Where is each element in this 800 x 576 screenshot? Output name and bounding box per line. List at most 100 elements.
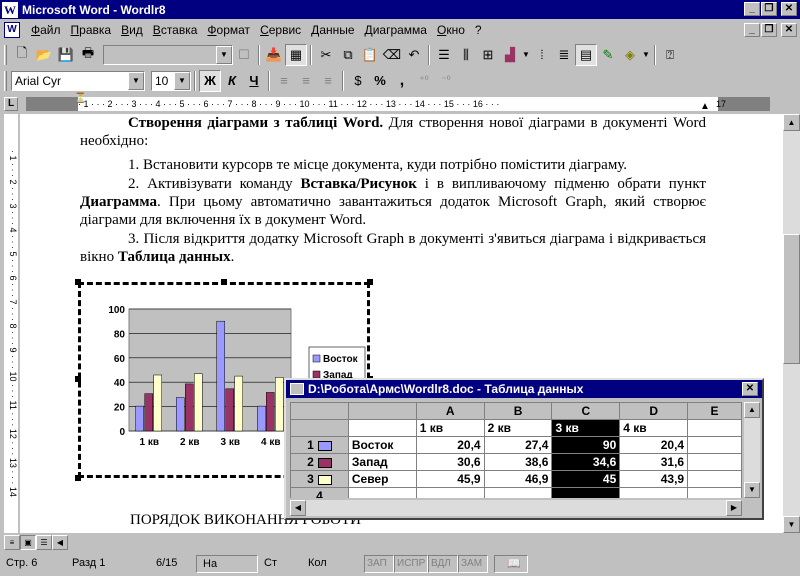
- undo-icon[interactable]: ↶: [403, 44, 425, 66]
- datasheet-vertical-scrollbar[interactable]: ▲ ▼: [744, 402, 760, 498]
- status-track[interactable]: ИСПР: [394, 555, 428, 573]
- new-document-icon[interactable]: 🗋: [11, 44, 33, 66]
- table-cell[interactable]: 27,4: [483, 436, 553, 454]
- scroll-down-icon[interactable]: ▼: [783, 516, 800, 533]
- underline-button[interactable]: Ч: [243, 70, 265, 92]
- data-table-icon[interactable]: ⊞: [477, 44, 499, 66]
- menu-chart[interactable]: Диаграмма: [360, 23, 432, 37]
- scroll-left-icon[interactable]: ◀: [52, 535, 68, 550]
- view-datasheet-icon[interactable]: ▦: [285, 43, 307, 66]
- table-cell[interactable]: 38,6: [483, 453, 553, 471]
- table-cell[interactable]: [687, 487, 742, 498]
- column-header-b[interactable]: B: [483, 402, 553, 420]
- table-cell[interactable]: 30,6: [415, 453, 485, 471]
- chevron-down-icon[interactable]: ▼: [174, 71, 190, 90]
- table-cell[interactable]: [551, 487, 621, 498]
- datasheet-window[interactable]: D:\Робота\Армс\Wordlr8.doc - Таблица дан…: [284, 378, 764, 520]
- select-all-cell[interactable]: [290, 402, 349, 420]
- scroll-up-icon[interactable]: ▲: [783, 114, 800, 131]
- doc-close-button[interactable]: ✕: [781, 23, 797, 37]
- spelling-status-icon[interactable]: 📖: [494, 555, 528, 573]
- row-header-4[interactable]: 4: [290, 487, 349, 498]
- table-cell[interactable]: [415, 487, 485, 498]
- fill-color-icon[interactable]: ◈: [619, 44, 641, 66]
- italic-button[interactable]: К: [221, 70, 243, 92]
- chart-type-icon[interactable]: ▟: [499, 44, 521, 66]
- menu-help[interactable]: ?: [470, 23, 487, 37]
- table-cell[interactable]: 46,9: [483, 470, 553, 488]
- column-header-a[interactable]: A: [415, 402, 485, 420]
- toolbar-grip[interactable]: [4, 44, 7, 65]
- menu-window[interactable]: Окно: [432, 23, 470, 37]
- align-left-icon[interactable]: ≡: [273, 70, 295, 92]
- vertical-scrollbar[interactable]: ▲ ▼: [783, 114, 800, 533]
- align-center-icon[interactable]: ≡: [295, 70, 317, 92]
- normal-view-icon[interactable]: ≡: [4, 535, 20, 550]
- cut-icon[interactable]: ✂: [315, 44, 337, 66]
- table-cell[interactable]: 45: [551, 470, 621, 488]
- table-cell[interactable]: 4 кв: [619, 419, 689, 437]
- table-cell[interactable]: Восток: [347, 436, 417, 454]
- right-indent-marker[interactable]: ▲: [700, 101, 710, 112]
- outline-view-icon[interactable]: ☰: [36, 535, 52, 550]
- page-layout-view-icon[interactable]: ▣: [20, 535, 36, 550]
- menu-insert[interactable]: Вставка: [148, 23, 203, 37]
- status-extend[interactable]: ВДЛ: [428, 555, 458, 573]
- table-cell[interactable]: [687, 470, 742, 488]
- column-header-d[interactable]: D: [619, 402, 689, 420]
- menu-view[interactable]: Вид: [116, 23, 148, 37]
- table-cell[interactable]: 20,4: [619, 436, 689, 454]
- legend-icon[interactable]: ▤: [575, 43, 597, 66]
- doc-restore-button[interactable]: ❐: [761, 23, 777, 37]
- scroll-left-icon[interactable]: ◀: [290, 500, 306, 516]
- status-rec[interactable]: ЗАП: [364, 555, 394, 573]
- print-icon[interactable]: 🖶: [77, 44, 99, 66]
- row-label-header[interactable]: [347, 402, 417, 420]
- column-header-c[interactable]: C: [551, 402, 621, 420]
- by-column-icon[interactable]: ⫼: [455, 44, 477, 66]
- menu-edit[interactable]: Правка: [66, 23, 117, 37]
- format-object-icon[interactable]: ☐: [233, 44, 255, 66]
- document-icon[interactable]: W: [4, 22, 20, 38]
- table-cell[interactable]: [347, 419, 417, 437]
- ruler-scale[interactable]: · 1 · · · 2 · · · 3 · · · 4 · · · 5 · · …: [78, 97, 718, 111]
- resize-handle[interactable]: [367, 279, 373, 285]
- menu-file[interactable]: Файл: [26, 23, 66, 37]
- chart-object-combo[interactable]: ▼: [103, 44, 233, 65]
- minimize-button[interactable]: _: [744, 2, 760, 16]
- table-cell[interactable]: [687, 453, 742, 471]
- datasheet-title-bar[interactable]: D:\Робота\Армс\Wordlr8.doc - Таблица дан…: [286, 380, 762, 398]
- paste-icon[interactable]: 📋: [359, 44, 381, 66]
- open-folder-icon[interactable]: 📂: [33, 44, 55, 66]
- copy-icon[interactable]: ⧉: [337, 44, 359, 66]
- comma-button[interactable]: ,: [391, 70, 413, 92]
- table-cell[interactable]: [619, 487, 689, 498]
- table-cell[interactable]: [687, 436, 742, 454]
- import-file-icon[interactable]: 📥: [263, 44, 285, 66]
- row-header-1[interactable]: 1: [290, 436, 349, 454]
- table-cell[interactable]: 90: [551, 436, 621, 454]
- row-header-3[interactable]: 3: [290, 470, 349, 488]
- chevron-down-icon[interactable]: ▼: [128, 71, 144, 90]
- fill-color-dropdown-icon[interactable]: ▼: [641, 44, 651, 66]
- datasheet-horizontal-scrollbar[interactable]: ◀ ▶: [290, 500, 742, 516]
- by-row-icon[interactable]: ☰: [433, 44, 455, 66]
- clear-icon[interactable]: ⌫: [381, 44, 403, 66]
- resize-handle[interactable]: [75, 376, 81, 382]
- increase-decimal-icon[interactable]: ⁺⁰: [413, 70, 435, 92]
- datasheet-grid[interactable]: A B C D E 1 кв 2 кв 3 кв 4 кв 1 Восток 2…: [290, 402, 742, 498]
- menu-data[interactable]: Данные: [306, 23, 359, 37]
- word-app-icon[interactable]: W: [2, 1, 18, 18]
- scroll-right-icon[interactable]: ▶: [726, 500, 742, 516]
- table-cell[interactable]: 3 кв: [551, 419, 621, 437]
- table-cell[interactable]: 34,6: [551, 453, 621, 471]
- save-icon[interactable]: 💾: [55, 44, 77, 66]
- toolbar-grip-2[interactable]: [4, 70, 7, 91]
- row-header-0[interactable]: [290, 419, 349, 437]
- value-gridlines-icon[interactable]: ≣: [553, 44, 575, 66]
- decrease-decimal-icon[interactable]: ⁻⁰: [435, 70, 457, 92]
- help-icon[interactable]: ⍰: [659, 44, 681, 66]
- restore-button[interactable]: ❐: [761, 2, 777, 16]
- tab-selector[interactable]: L: [4, 97, 18, 111]
- table-cell[interactable]: 20,4: [415, 436, 485, 454]
